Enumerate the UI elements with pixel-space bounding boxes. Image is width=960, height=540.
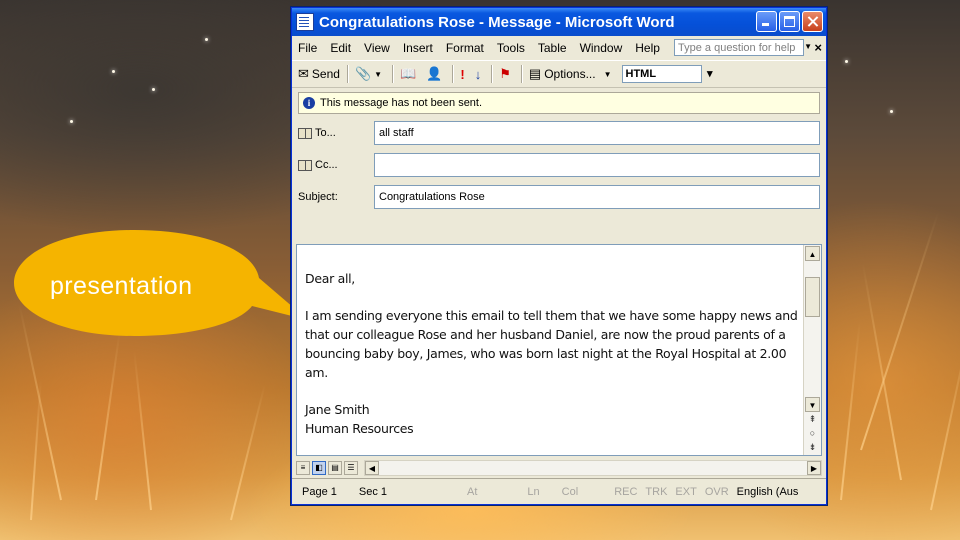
info-bar: i This message has not been sent. bbox=[298, 92, 820, 114]
chevron-down-icon: ▼ bbox=[603, 69, 612, 79]
message-window: Congratulations Rose - Message - Microso… bbox=[291, 7, 827, 505]
body-paragraph: I am sending everyone this email to tell… bbox=[305, 308, 798, 380]
address-book-icon: 📖 bbox=[400, 66, 417, 81]
normal-view-icon[interactable]: ≡ bbox=[296, 461, 310, 475]
help-search-input[interactable]: Type a question for help bbox=[674, 39, 804, 56]
previous-page-icon[interactable]: ⇞ bbox=[805, 413, 820, 426]
signature-department: Human Resources bbox=[305, 421, 414, 436]
to-row: To... all staff bbox=[298, 120, 820, 146]
flag-icon: ⚑ bbox=[499, 66, 511, 81]
status-rec[interactable]: REC bbox=[614, 486, 637, 498]
subject-field[interactable]: Congratulations Rose bbox=[374, 185, 820, 209]
down-arrow-icon: ↓ bbox=[474, 66, 482, 82]
send-label: Send bbox=[311, 67, 340, 81]
send-envelope-icon: ✉ bbox=[298, 66, 309, 81]
menu-edit[interactable]: Edit bbox=[330, 41, 351, 55]
menu-bar: File Edit View Insert Format Tools Table… bbox=[292, 36, 826, 60]
message-format-select[interactable]: HTML bbox=[621, 65, 713, 83]
toolbar-separator bbox=[392, 65, 394, 83]
status-trk[interactable]: TRK bbox=[645, 486, 667, 498]
menu-format[interactable]: Format bbox=[446, 41, 484, 55]
to-button[interactable]: To... bbox=[298, 127, 336, 139]
chevron-down-icon: ▼ bbox=[374, 69, 383, 79]
toolbar-separator bbox=[520, 65, 522, 83]
close-document-icon[interactable]: × bbox=[814, 40, 822, 55]
subject-label: Subject: bbox=[298, 191, 338, 203]
status-section: Sec 1 bbox=[358, 485, 388, 498]
maximize-button[interactable] bbox=[779, 11, 800, 32]
toolbar-separator bbox=[491, 65, 493, 83]
address-book-icon bbox=[298, 159, 312, 171]
scroll-thumb[interactable] bbox=[805, 277, 820, 317]
message-body-editor[interactable]: Dear all, I am sending everyone this ema… bbox=[296, 244, 822, 456]
scroll-up-button[interactable]: ▲ bbox=[805, 246, 820, 261]
status-at: At bbox=[467, 485, 478, 498]
importance-low-button[interactable]: ↓ bbox=[475, 67, 485, 82]
options-label: Options... bbox=[544, 67, 596, 81]
status-page: Page 1 bbox=[302, 485, 337, 498]
status-bar: Page 1 Sec 1 At Ln Col REC TRK EXT OVR E… bbox=[292, 478, 826, 504]
options-button[interactable]: ▤ Options... ▼ bbox=[529, 66, 615, 82]
to-label: To... bbox=[315, 127, 336, 139]
message-toolbar: ✉ Send 📎 ▼ 📖 👤 ! ↓ ⚑ ▤ Options... ▼ HTML… bbox=[292, 60, 826, 88]
cc-label: Cc... bbox=[315, 159, 338, 171]
status-line: Ln bbox=[527, 485, 540, 498]
paperclip-icon: 📎 bbox=[354, 66, 372, 81]
check-names-icon: 👤 bbox=[426, 66, 443, 81]
status-language: English (Aus bbox=[736, 485, 799, 498]
status-ovr[interactable]: OVR bbox=[705, 486, 729, 498]
to-field[interactable]: all staff bbox=[374, 121, 820, 145]
menu-insert[interactable]: Insert bbox=[403, 41, 433, 55]
next-page-icon[interactable]: ⇟ bbox=[805, 441, 820, 454]
greeting-line: Dear all, bbox=[305, 271, 355, 286]
scroll-down-button[interactable]: ▼ bbox=[805, 397, 820, 412]
word-document-icon bbox=[296, 13, 314, 31]
menu-help[interactable]: Help bbox=[635, 41, 660, 55]
view-and-hscroll-row: ≡ ◧ ▤ ☰ ◀ ▶ bbox=[296, 459, 822, 477]
send-button[interactable]: ✉ Send bbox=[298, 66, 340, 82]
outline-view-icon[interactable]: ☰ bbox=[344, 461, 358, 475]
exclamation-icon: ! bbox=[460, 66, 465, 82]
horizontal-scrollbar[interactable]: ◀ ▶ bbox=[364, 460, 822, 476]
menu-window[interactable]: Window bbox=[580, 41, 623, 55]
web-layout-view-icon[interactable]: ◧ bbox=[312, 461, 326, 475]
address-book-button[interactable]: 📖 bbox=[400, 66, 419, 82]
toolbar-separator bbox=[452, 65, 454, 83]
subject-row: Subject: Congratulations Rose bbox=[298, 184, 820, 210]
attach-file-button[interactable]: 📎 ▼ bbox=[355, 66, 385, 82]
cc-field[interactable] bbox=[374, 153, 820, 177]
vertical-scrollbar[interactable]: ▲ ▼ ⇞ ○ ⇟ bbox=[803, 245, 821, 455]
callout-label: presentation bbox=[50, 272, 193, 300]
status-column: Col bbox=[561, 485, 579, 498]
check-names-button[interactable]: 👤 bbox=[426, 66, 445, 82]
minimize-button[interactable] bbox=[756, 11, 777, 32]
select-browse-object-icon[interactable]: ○ bbox=[805, 427, 820, 440]
message-body-text[interactable]: Dear all, I am sending everyone this ema… bbox=[305, 269, 799, 438]
window-title: Congratulations Rose - Message - Microso… bbox=[319, 13, 675, 31]
close-button[interactable] bbox=[802, 11, 823, 32]
print-layout-view-icon[interactable]: ▤ bbox=[328, 461, 342, 475]
scroll-right-button[interactable]: ▶ bbox=[807, 461, 821, 475]
presentation-callout: presentation bbox=[14, 228, 314, 338]
menu-view[interactable]: View bbox=[364, 41, 390, 55]
scroll-left-button[interactable]: ◀ bbox=[365, 461, 379, 475]
flag-button[interactable]: ⚑ bbox=[499, 66, 514, 82]
title-bar[interactable]: Congratulations Rose - Message - Microso… bbox=[292, 8, 826, 36]
status-ext[interactable]: EXT bbox=[675, 486, 696, 498]
signature-name: Jane Smith bbox=[305, 402, 370, 417]
menu-tools[interactable]: Tools bbox=[497, 41, 525, 55]
options-icon: ▤ bbox=[528, 66, 542, 81]
menu-file[interactable]: File bbox=[298, 41, 317, 55]
toolbar-separator bbox=[346, 65, 348, 83]
importance-high-button[interactable]: ! bbox=[460, 67, 467, 82]
info-message: This message has not been sent. bbox=[320, 97, 483, 109]
cc-button[interactable]: Cc... bbox=[298, 159, 338, 171]
address-book-icon bbox=[298, 127, 312, 139]
cc-row: Cc... bbox=[298, 152, 820, 178]
info-icon: i bbox=[303, 97, 315, 109]
menu-table[interactable]: Table bbox=[538, 41, 567, 55]
help-dropdown-icon[interactable]: ▼ bbox=[804, 42, 812, 51]
